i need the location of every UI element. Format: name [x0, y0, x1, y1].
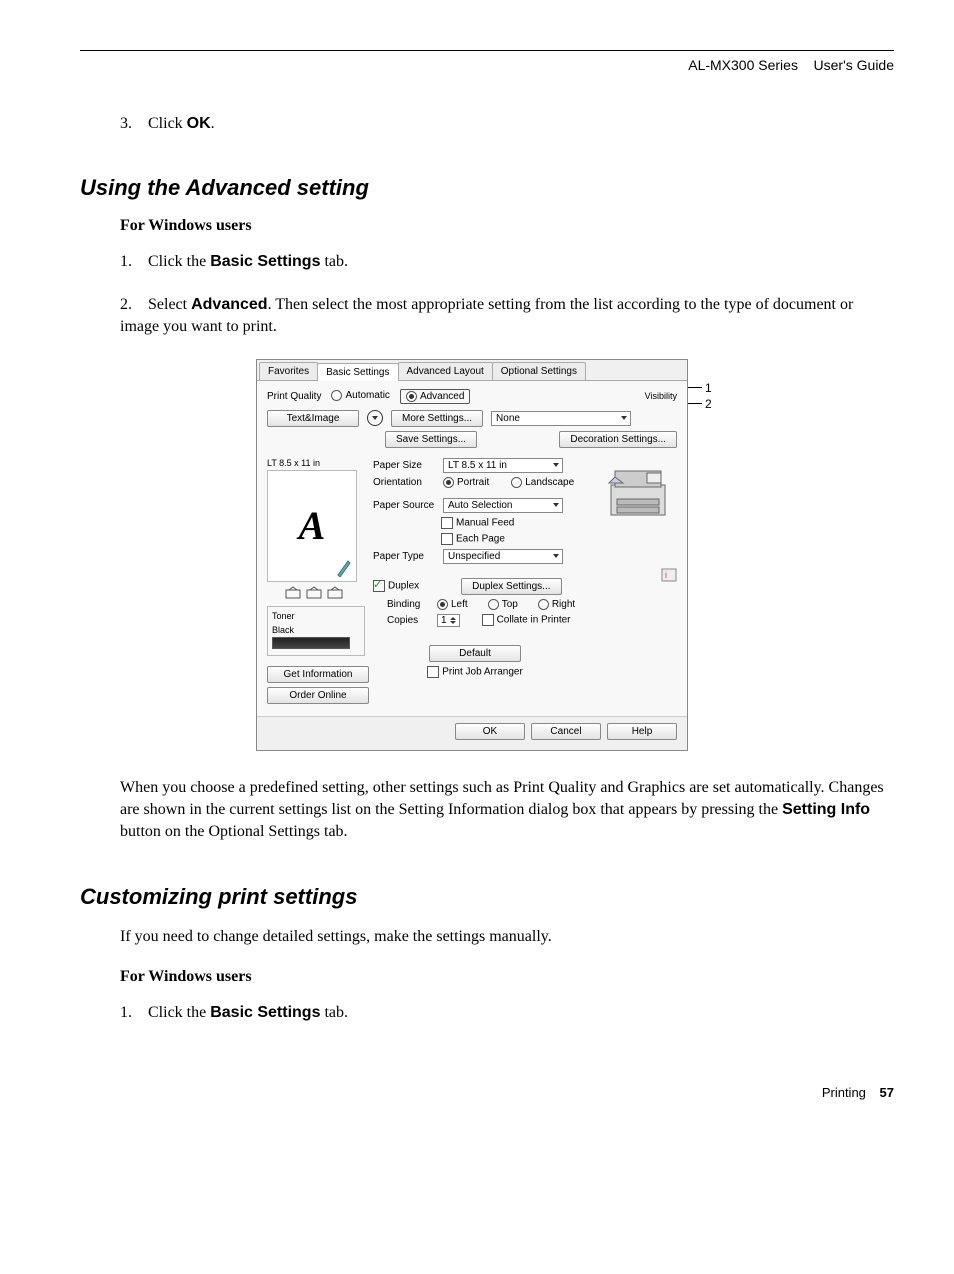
step-number: 3.	[120, 113, 144, 135]
visibility-label: Visibility	[645, 391, 677, 401]
callout-annotations: 1 2	[688, 359, 718, 411]
setting-info-label: Setting Info	[782, 801, 870, 818]
order-online-button[interactable]: Order Online	[267, 687, 369, 704]
manual-feed-checkbox[interactable]: Manual Feed	[441, 517, 514, 529]
paper-size-dropdown[interactable]: LT 8.5 x 11 in	[443, 458, 563, 473]
page-preview: A	[267, 470, 357, 582]
section-advanced-setting: Using the Advanced setting	[80, 175, 894, 201]
tab-optional-settings[interactable]: Optional Settings	[492, 362, 586, 380]
radio-binding-top[interactable]: Top	[488, 599, 518, 610]
binding-label: Binding	[387, 599, 431, 610]
step-3-click-ok: 3. Click OK.	[120, 113, 894, 135]
doc-type: User's Guide	[814, 57, 894, 73]
callout-2: 2	[705, 397, 712, 411]
radio-advanced[interactable]: Advanced	[400, 389, 470, 404]
default-button[interactable]: Default	[429, 645, 521, 662]
save-settings-button[interactable]: Save Settings...	[385, 431, 477, 448]
each-page-checkbox[interactable]: Each Page	[441, 533, 505, 545]
product-name: AL-MX300 Series	[688, 57, 798, 73]
radio-binding-left[interactable]: Left	[437, 599, 468, 610]
section-customizing: Customizing print settings	[80, 884, 894, 910]
preset-button[interactable]: Text&Image	[267, 410, 359, 427]
radio-binding-right[interactable]: Right	[538, 599, 575, 610]
step-1-basic-settings: 1. Click the Basic Settings tab.	[120, 251, 894, 273]
customizing-intro: If you need to change detailed settings,…	[120, 926, 894, 948]
tab-basic-settings[interactable]: Basic Settings	[317, 363, 398, 381]
page-header: AL-MX300 Series User's Guide	[80, 57, 894, 73]
footer-chapter: Printing	[822, 1085, 866, 1100]
toner-black-label: Black	[272, 625, 360, 635]
radio-landscape[interactable]: Landscape	[511, 477, 574, 488]
step-2-select-advanced: 2. Select Advanced. Then select the most…	[120, 294, 894, 339]
print-quality-label: Print Quality	[267, 391, 321, 402]
paper-size-label: Paper Size	[373, 460, 437, 471]
for-windows-users-2: For Windows users	[120, 968, 894, 986]
get-information-button[interactable]: Get Information	[267, 666, 369, 683]
explain-paragraph: When you choose a predefined setting, ot…	[120, 777, 894, 844]
radio-portrait[interactable]: Portrait	[443, 477, 489, 488]
toner-bar	[272, 637, 350, 649]
collate-checkbox[interactable]: Collate in Printer	[482, 614, 571, 626]
cancel-button[interactable]: Cancel	[531, 723, 601, 740]
radio-automatic[interactable]: Automatic	[331, 390, 389, 401]
step-1-basic-settings-2: 1. Click the Basic Settings tab.	[120, 1002, 894, 1024]
help-button[interactable]: Help	[607, 723, 677, 740]
pencil-icon	[336, 557, 352, 577]
for-windows-users: For Windows users	[120, 217, 894, 235]
paper-type-label: Paper Type	[373, 551, 437, 562]
paper-source-label: Paper Source	[373, 500, 437, 511]
tab-favorites[interactable]: Favorites	[259, 362, 318, 380]
decoration-settings-button[interactable]: Decoration Settings...	[559, 431, 677, 448]
ok-label: OK	[187, 115, 211, 132]
duplex-checkbox[interactable]: Duplex	[373, 580, 419, 592]
copies-spinner[interactable]: 1	[437, 614, 460, 627]
more-settings-button[interactable]: More Settings...	[391, 410, 483, 427]
orientation-label: Orientation	[373, 477, 437, 488]
paper-type-dropdown[interactable]: Unspecified	[443, 549, 563, 564]
callout-1: 1	[705, 381, 712, 395]
size-name-label: LT 8.5 x 11 in	[267, 458, 363, 468]
print-job-arranger-checkbox[interactable]: Print Job Arranger	[427, 666, 523, 678]
printer-image	[587, 458, 673, 528]
paper-source-dropdown[interactable]: Auto Selection	[443, 498, 563, 513]
svg-text:i: i	[665, 570, 667, 580]
toner-group: Toner Black	[267, 606, 365, 656]
visibility-dropdown[interactable]: None	[491, 411, 631, 426]
page-footer: Printing 57	[80, 1085, 894, 1100]
toner-label: Toner	[272, 611, 360, 621]
ok-button[interactable]: OK	[455, 723, 525, 740]
dropdown-callout-icon	[367, 410, 383, 426]
info-icon[interactable]: i	[587, 568, 677, 585]
duplex-settings-button[interactable]: Duplex Settings...	[461, 578, 561, 595]
footer-page-number: 57	[880, 1085, 894, 1100]
tab-advanced-layout[interactable]: Advanced Layout	[398, 362, 493, 380]
copies-label: Copies	[387, 615, 431, 626]
printer-settings-dialog: Favorites Basic Settings Advanced Layout…	[256, 359, 688, 751]
tray-icons	[267, 586, 363, 600]
dialog-tabs: Favorites Basic Settings Advanced Layout…	[257, 360, 687, 381]
